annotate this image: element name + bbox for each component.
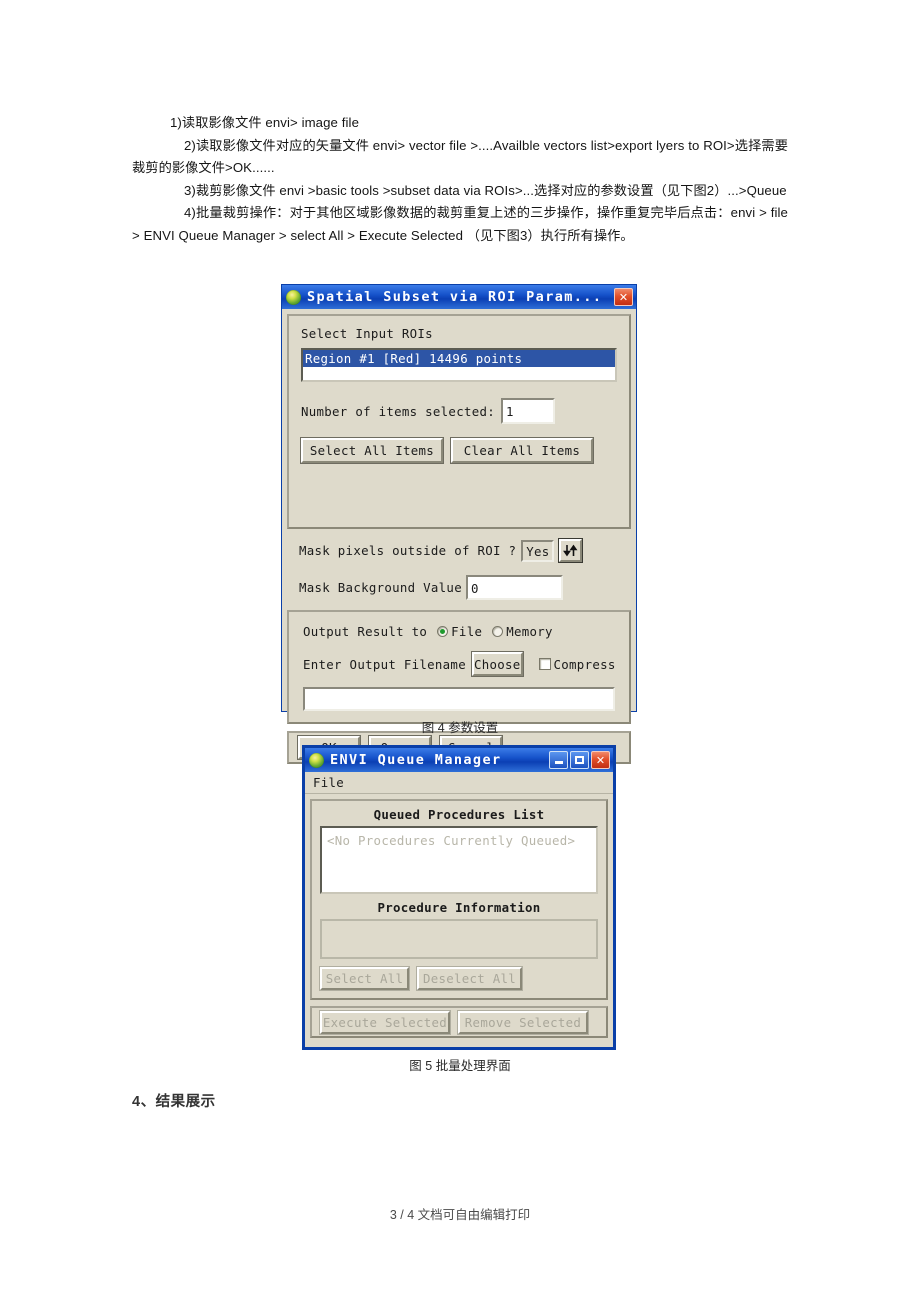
queue-dialog-title: ENVI Queue Manager (330, 752, 502, 768)
execute-selected-button[interactable]: Execute Selected (319, 1009, 451, 1035)
mask-background-value[interactable]: 0 (465, 575, 563, 600)
output-result-row: Output Result to File Memory (303, 624, 615, 639)
compress-label: Compress (553, 656, 616, 672)
spatial-subset-dialog[interactable]: Spatial Subset via ROI Param... ✕ Select… (281, 284, 637, 764)
subset-dialog-titlebar[interactable]: Spatial Subset via ROI Param... ✕ (282, 285, 636, 309)
select-all-items-button[interactable]: Select All Items (300, 437, 444, 464)
compress-checkbox[interactable]: Compress (538, 656, 616, 672)
select-all-button[interactable]: Select All (319, 966, 410, 991)
output-filename-row: Enter Output Filename Choose Compress (303, 651, 616, 677)
paragraph-3: 3)裁剪影像文件 envi >basic tools >subset data … (184, 182, 787, 198)
paragraph-4: 4)批量裁剪操作：对于其他区域影像数据的裁剪重复上述的三步操作，操作重复完毕后点… (132, 205, 788, 243)
paragraph-1: 1)读取影像文件 envi> image file (170, 115, 360, 130)
output-filename-input[interactable] (303, 687, 615, 711)
queued-procedures-list-title: Queued Procedures List (373, 807, 545, 822)
choose-button[interactable]: Choose (470, 651, 524, 677)
queued-procedures-empty-text: <No Procedures Currently Queued> (327, 833, 576, 848)
output-group: Output Result to File Memory Enter Outpu… (287, 610, 631, 724)
queue-menubar[interactable]: File (305, 772, 613, 794)
output-memory-radio[interactable]: Memory (492, 624, 553, 639)
select-input-rois-group: Select Input ROIs Region #1 [Red] 14496 … (287, 314, 631, 529)
roi-listbox[interactable]: Region #1 [Red] 14496 points (301, 348, 617, 382)
output-memory-label: Memory (506, 624, 553, 639)
output-file-label: File (451, 624, 483, 639)
minimize-icon[interactable] (549, 751, 568, 769)
mask-pixels-label: Mask pixels outside of ROI ? (299, 543, 517, 558)
envi-globe-icon (286, 289, 301, 305)
procedure-information-title: Procedure Information (377, 900, 541, 915)
radio-off-icon (492, 626, 504, 637)
queue-select-buttons[interactable]: Select All Deselect All (319, 966, 598, 991)
subset-dialog-body: Select Input ROIs Region #1 [Red] 14496 … (282, 309, 636, 769)
select-input-rois-label: Select Input ROIs (301, 326, 433, 341)
queue-dialog-body: Queued Procedures List <No Procedures Cu… (305, 794, 613, 1043)
document-text-block: 1)读取影像文件 envi> image file 2)读取影像文件对应的矢量文… (132, 112, 788, 247)
items-selected-label: Number of items selected: (301, 403, 495, 419)
up-down-arrows-icon[interactable] (558, 538, 584, 563)
clear-all-items-button[interactable]: Clear All Items (450, 437, 594, 464)
mask-background-label: Mask Background Value (299, 580, 462, 595)
output-file-radio[interactable]: File (437, 624, 482, 639)
subset-titlebar-buttons[interactable]: ✕ (614, 288, 633, 306)
subset-dialog-title: Spatial Subset via ROI Param... (307, 289, 603, 305)
items-selected-row: Number of items selected: 1 (301, 398, 617, 424)
envi-globe-icon (309, 752, 324, 768)
mask-settings-section: Mask pixels outside of ROI ? Yes Mask Ba… (287, 529, 631, 600)
deselect-all-button[interactable]: Deselect All (416, 966, 523, 991)
close-icon[interactable]: ✕ (591, 751, 610, 769)
queue-main-group: Queued Procedures List <No Procedures Cu… (310, 799, 608, 1000)
checkbox-unchecked-icon (538, 658, 551, 670)
roi-action-buttons[interactable]: Select All Items Clear All Items (300, 437, 617, 464)
maximize-icon[interactable] (570, 751, 589, 769)
menu-item-file[interactable]: File (313, 775, 344, 790)
queue-dialog-buttonbar: Execute Selected Remove Selected (310, 1006, 608, 1038)
queue-titlebar-buttons[interactable]: ✕ (549, 751, 610, 769)
roi-list-item-selected[interactable]: Region #1 [Red] 14496 points (303, 350, 615, 367)
items-selected-value[interactable]: 1 (501, 398, 555, 424)
mask-background-row: Mask Background Value 0 (299, 575, 619, 600)
queued-procedures-listbox[interactable]: <No Procedures Currently Queued> (320, 826, 598, 894)
paragraph-2: 2)读取影像文件对应的矢量文件 envi> vector file >....A… (132, 137, 788, 176)
mask-pixels-value[interactable]: Yes (521, 539, 555, 562)
close-icon[interactable]: ✕ (614, 288, 633, 306)
figure-5-caption: 图 5 批量处理界面 (409, 1059, 511, 1073)
remove-selected-button[interactable]: Remove Selected (457, 1009, 589, 1035)
section-heading-results: 4、结果展示 (132, 1094, 216, 1110)
output-result-label: Output Result to (303, 624, 428, 639)
mask-pixels-row: Mask pixels outside of ROI ? Yes (299, 538, 619, 563)
envi-queue-manager-dialog[interactable]: ENVI Queue Manager ✕ File Queued Procedu… (302, 745, 616, 1050)
procedure-information-field (320, 919, 598, 959)
figure-4-caption: 图 4 参数设置 (421, 721, 499, 735)
output-filename-label: Enter Output Filename (303, 656, 466, 672)
radio-on-icon (437, 626, 449, 637)
page-footer: 3 / 4 文档可自由编辑打印 (389, 1208, 531, 1222)
queue-dialog-titlebar[interactable]: ENVI Queue Manager ✕ (305, 748, 613, 772)
